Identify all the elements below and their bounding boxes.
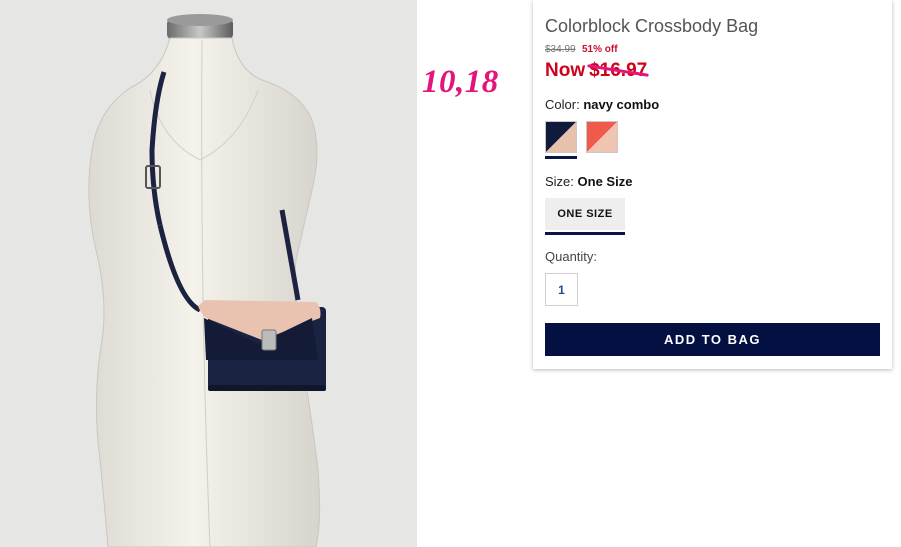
now-price: $16.97 <box>589 60 648 81</box>
sale-price: Now $16.97 <box>545 60 647 82</box>
handwritten-price-annotation: 10,18 <box>422 64 499 100</box>
size-option-one-size[interactable]: ONE SIZE <box>545 198 625 230</box>
quantity-label: Quantity: <box>545 249 598 264</box>
selected-swatch-indicator <box>545 156 577 159</box>
quantity-input[interactable] <box>545 273 578 306</box>
swatch-coral-combo[interactable] <box>586 121 618 153</box>
color-value: navy combo <box>583 97 660 112</box>
now-label: Now <box>545 60 586 81</box>
size-line: Size: One Size <box>545 174 632 189</box>
discount-badge: 51% off <box>582 44 618 55</box>
original-price: $34.99 <box>545 44 576 55</box>
product-info-card: Colorblock Crossbody Bag $34.99 51% off … <box>533 0 892 369</box>
product-title: Colorblock Crossbody Bag <box>545 16 759 36</box>
size-value: One Size <box>577 174 633 189</box>
swatch-navy-combo[interactable] <box>545 121 577 153</box>
product-photo <box>0 0 417 547</box>
add-to-bag-button[interactable]: ADD TO BAG <box>545 323 880 356</box>
selected-size-indicator <box>545 232 625 235</box>
size-label: Size: <box>545 174 574 189</box>
color-label: Color: <box>545 97 580 112</box>
mannequin-with-bag-image <box>88 14 326 547</box>
color-line: Color: navy combo <box>545 97 659 112</box>
